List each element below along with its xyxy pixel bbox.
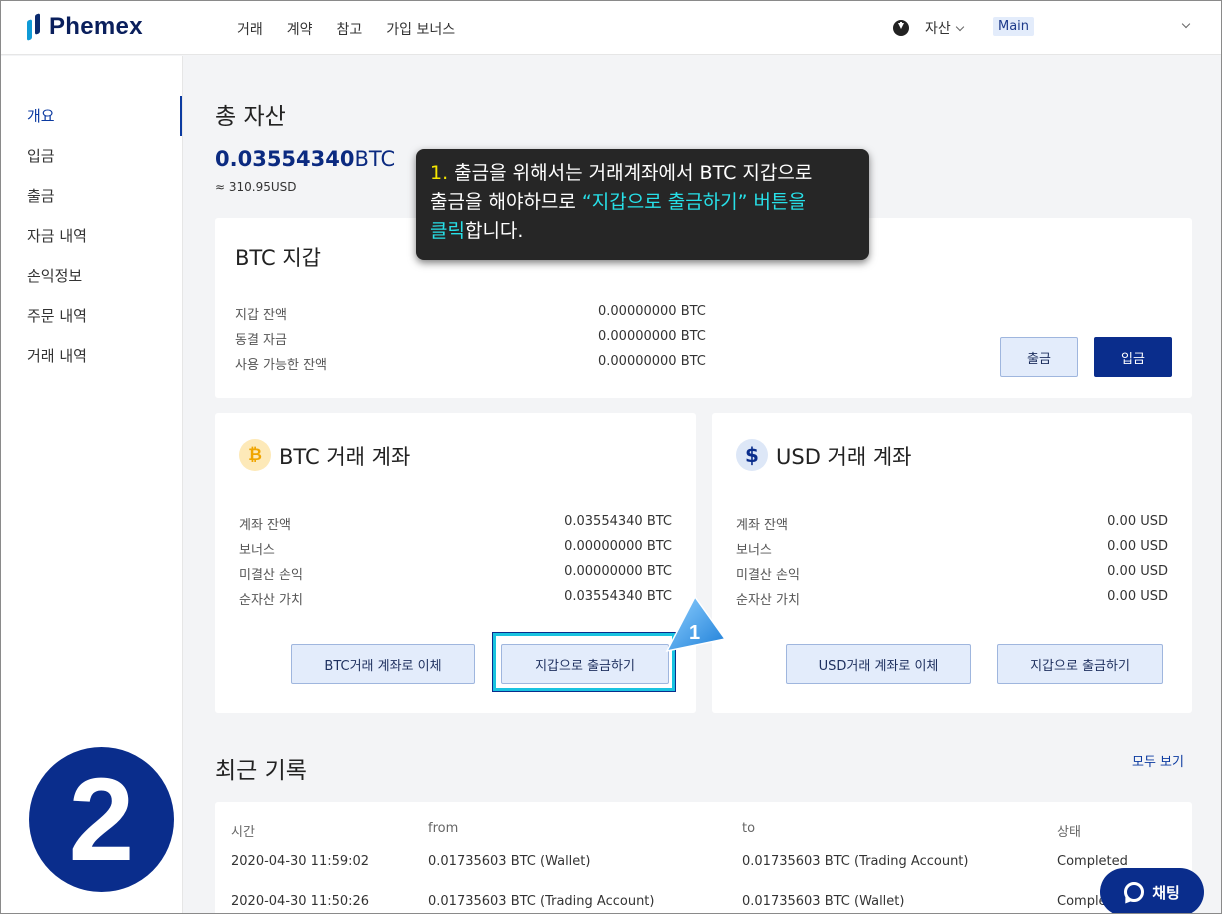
- btc-account-balance-label: 계좌 잔액: [239, 518, 291, 533]
- available-balance-label: 사용 가능한 잔액: [235, 358, 327, 373]
- nav-reference[interactable]: 참고: [337, 19, 363, 39]
- sidebar-item-order-history[interactable]: 주문 내역: [27, 305, 87, 326]
- col-from: from: [428, 821, 459, 836]
- asset-menu-label: 자산: [925, 21, 951, 37]
- withdraw-button[interactable]: 출금: [1000, 337, 1078, 377]
- frozen-funds-label: 동결 자금: [235, 333, 287, 348]
- instruction-callout: 1. 출금을 위해서는 거래계좌에서 BTC 지갑으로 출금을 해야하므로 “지…: [416, 149, 869, 260]
- dollar-icon: $: [736, 439, 768, 471]
- recent-history-title: 최근 기록: [215, 758, 307, 784]
- bitcoin-icon: ₿: [239, 439, 271, 471]
- available-balance-value: 0.00000000 BTC: [598, 354, 706, 369]
- phemex-logo-icon: [25, 12, 45, 42]
- btc-account-balance-value: 0.03554340 BTC: [564, 514, 672, 529]
- page-title: 총 자산: [215, 104, 286, 130]
- sidebar-item-pnl[interactable]: 손익정보: [27, 265, 82, 286]
- download-icon[interactable]: [893, 20, 909, 36]
- usd-account-balance-value: 0.00 USD: [1107, 514, 1168, 529]
- usd-withdraw-to-wallet-button[interactable]: 지갑으로 출금하기: [997, 644, 1163, 684]
- btc-trading-account-card: ₿ BTC 거래 계좌 계좌 잔액 보너스 미결산 손익 순자산 가치 0.03…: [215, 413, 696, 713]
- btc-net-asset-value: 0.03554340 BTC: [564, 589, 672, 604]
- usd-trading-account-card: $ USD 거래 계좌 계좌 잔액 보너스 미결산 손익 순자산 가치 0.00…: [712, 413, 1192, 713]
- usd-net-asset-label: 순자산 가치: [736, 593, 800, 608]
- btc-bonus-label: 보너스: [239, 543, 275, 558]
- frozen-funds-value: 0.00000000 BTC: [598, 329, 706, 344]
- callout-text-2b: “지갑으로 출금하기” 버튼을: [581, 191, 806, 213]
- page-frame: Phemex 거래 계약 참고 가입 보너스 자산 Main 개요 입금 출금 …: [0, 0, 1222, 914]
- btc-net-asset-label: 순자산 가치: [239, 593, 303, 608]
- callout-text-1: 출금을 위해서는 거래계좌에서 BTC 지갑으로: [448, 162, 813, 184]
- top-nav-bar: Phemex 거래 계약 참고 가입 보너스 자산 Main: [1, 1, 1221, 55]
- see-all-link[interactable]: 모두 보기: [1132, 751, 1184, 770]
- callout-text-3a: 클릭: [430, 220, 465, 242]
- callout-line-1: 1. 출금을 위해서는 거래계좌에서 BTC 지갑으로: [430, 159, 855, 188]
- wallet-balance-label: 지갑 잔액: [235, 308, 287, 323]
- btc-withdraw-to-wallet-button[interactable]: 지갑으로 출금하기: [501, 644, 669, 684]
- asset-menu[interactable]: 자산: [925, 18, 965, 38]
- sidebar-item-fund-history[interactable]: 자금 내역: [27, 225, 87, 246]
- chat-button[interactable]: 채팅: [1100, 868, 1204, 913]
- chat-label: 채팅: [1152, 883, 1180, 902]
- chevron-down-icon: [955, 22, 965, 32]
- usd-trading-title: USD 거래 계좌: [776, 445, 912, 469]
- row1-time: 2020-04-30 11:59:02: [231, 854, 370, 869]
- total-balance-usd: ≈ 310.95USD: [215, 180, 297, 194]
- usd-bonus-value: 0.00 USD: [1107, 539, 1168, 554]
- btc-trading-title: BTC 거래 계좌: [279, 445, 411, 469]
- callout-step-number: 1.: [430, 162, 449, 184]
- transfer-to-usd-trading-button[interactable]: USD거래 계좌로 이체: [786, 644, 971, 684]
- chat-bubble-icon: [1124, 882, 1145, 902]
- sidebar-item-deposit[interactable]: 입금: [27, 145, 55, 166]
- usd-net-asset-value: 0.00 USD: [1107, 589, 1168, 604]
- total-balance: 0.03554340BTC: [215, 147, 395, 171]
- total-balance-unit: BTC: [354, 147, 396, 171]
- sidebar-item-overview[interactable]: 개요: [27, 105, 55, 126]
- btc-wallet-title: BTC 지갑: [235, 246, 321, 270]
- phemex-logo[interactable]: Phemex: [25, 12, 143, 42]
- btc-unrealized-pnl-value: 0.00000000 BTC: [564, 564, 672, 579]
- nav-contract[interactable]: 계약: [287, 19, 313, 39]
- callout-line-3: 클릭합니다.: [430, 217, 855, 246]
- row2-to: 0.01735603 BTC (Wallet): [742, 894, 905, 909]
- row1-to: 0.01735603 BTC (Trading Account): [742, 854, 969, 869]
- usd-account-balance-label: 계좌 잔액: [736, 518, 788, 533]
- usd-unrealized-pnl-label: 미결산 손익: [736, 568, 800, 583]
- transfer-to-btc-trading-button[interactable]: BTC거래 계좌로 이체: [291, 644, 475, 684]
- callout-line-2: 출금을 해야하므로 “지갑으로 출금하기” 버튼을: [430, 188, 855, 217]
- pointer-label: 1: [689, 622, 700, 644]
- nav-signup-bonus[interactable]: 가입 보너스: [386, 19, 455, 39]
- step-number-badge: 2: [29, 747, 174, 892]
- row1-status: Completed: [1057, 854, 1128, 869]
- callout-text-2a: 출금을 해야하므로: [430, 191, 582, 213]
- deposit-button[interactable]: 입금: [1094, 337, 1172, 377]
- usd-bonus-label: 보너스: [736, 543, 772, 558]
- row2-time: 2020-04-30 11:50:26: [231, 894, 370, 909]
- account-badge[interactable]: Main: [993, 17, 1035, 36]
- row1-from: 0.01735603 BTC (Wallet): [428, 854, 591, 869]
- btc-unrealized-pnl-label: 미결산 손익: [239, 568, 303, 583]
- col-time: 시간: [231, 825, 255, 840]
- sidebar-item-trade-history[interactable]: 거래 내역: [27, 345, 87, 366]
- callout-text-3b: 합니다.: [464, 220, 524, 242]
- logo-text: Phemex: [49, 13, 143, 40]
- usd-unrealized-pnl-value: 0.00 USD: [1107, 564, 1168, 579]
- wallet-balance-value: 0.00000000 BTC: [598, 304, 706, 319]
- step-pointer-icon: 1: [665, 595, 727, 653]
- account-chevron-down-icon[interactable]: [1181, 19, 1191, 29]
- btc-bonus-value: 0.00000000 BTC: [564, 539, 672, 554]
- col-status: 상태: [1057, 825, 1081, 840]
- sidebar-active-indicator: [180, 96, 182, 136]
- sidebar-item-withdraw[interactable]: 출금: [27, 185, 55, 206]
- col-to: to: [742, 821, 756, 836]
- total-balance-amount: 0.03554340: [215, 147, 355, 171]
- main-nav: 거래 계약 참고 가입 보너스: [237, 19, 455, 39]
- row2-from: 0.01735603 BTC (Trading Account): [428, 894, 655, 909]
- nav-trade[interactable]: 거래: [237, 19, 263, 39]
